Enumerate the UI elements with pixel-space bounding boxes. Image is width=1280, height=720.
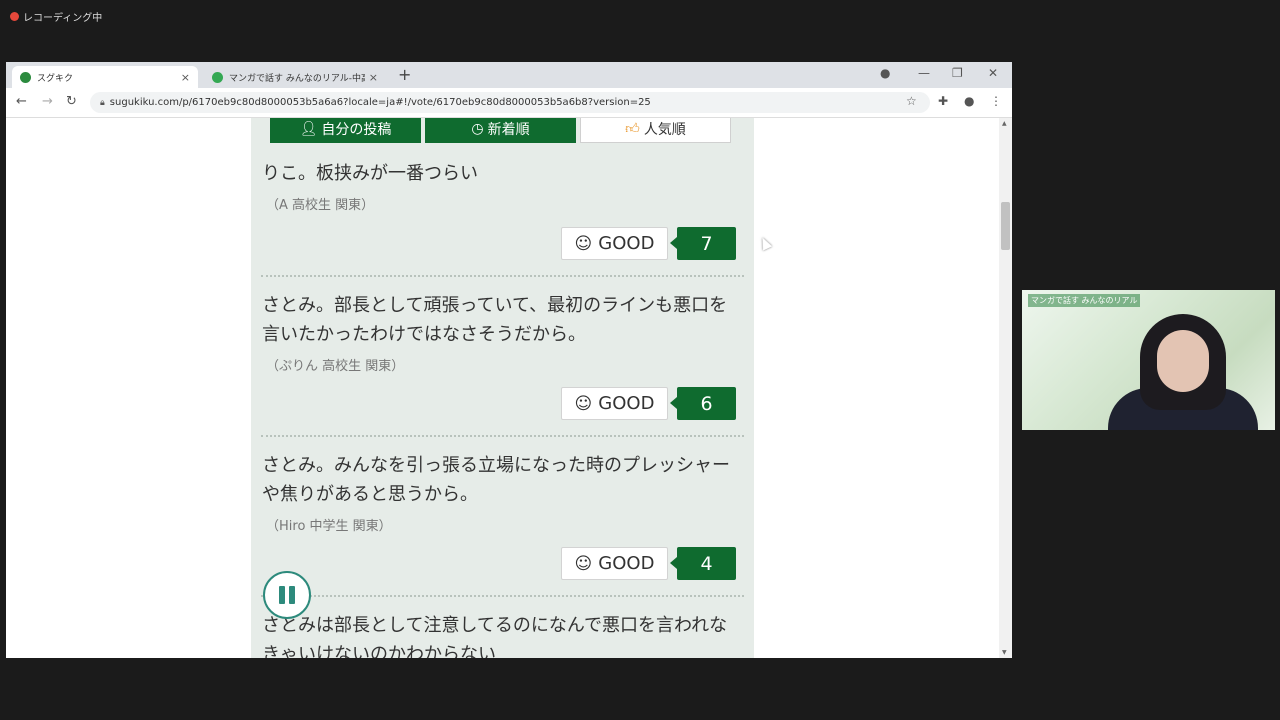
pause-button[interactable]: [263, 571, 311, 619]
good-button[interactable]: ☺ GOOD: [561, 227, 668, 260]
back-icon[interactable]: ←: [16, 94, 27, 109]
tab-close-icon[interactable]: ×: [181, 71, 190, 84]
divider: [261, 275, 744, 277]
tab-title: マンガで話す みんなのリアル-中高生: [229, 73, 365, 84]
webcam-overlay-title: マンガで話す みんなのリアル: [1028, 294, 1141, 307]
clock-icon: ◷: [471, 120, 484, 137]
url-text: sugukiku.com/p/6170eb9c80d8000053b5a6a6?…: [109, 97, 651, 108]
reload-icon[interactable]: ↻: [66, 94, 77, 109]
webcam-video: マンガで話す みんなのリアル: [1022, 290, 1275, 430]
close-window-icon[interactable]: ✕: [988, 66, 998, 80]
bookmark-star-icon[interactable]: ☆: [906, 94, 917, 108]
profile-dot-icon[interactable]: ●: [880, 66, 890, 80]
tab-label: 人気順: [643, 121, 686, 138]
tab-newest[interactable]: ◷ 新着順: [425, 118, 576, 143]
good-label: GOOD: [598, 553, 655, 574]
site-favicon-icon: [212, 71, 223, 83]
lock-icon: 🔒︎: [100, 97, 105, 108]
scrollbar-thumb[interactable]: [1001, 202, 1010, 250]
site-favicon-icon: [20, 71, 31, 83]
presenter-face: [1157, 330, 1209, 392]
post-body: さとみは部長として注意してるのになんで悪口を言われなきゃいけないのかわからない: [262, 615, 728, 658]
divider: [261, 595, 744, 597]
post-body: さとみ。みんなを引っ張る立場になった時のプレッシャーや焦りがあると思うから。: [262, 455, 730, 505]
pause-bar: [279, 586, 285, 604]
good-label: GOOD: [598, 393, 655, 414]
post-author: （ぷりん 高校生 関東）: [266, 359, 405, 374]
tab-sugukiku[interactable]: スグキク ×: [12, 66, 198, 88]
smile-icon: ☺: [574, 393, 593, 414]
good-count: 6: [670, 387, 736, 420]
menu-kebab-icon[interactable]: ⋮: [990, 94, 1002, 108]
divider: [261, 435, 744, 437]
account-icon[interactable]: ●: [964, 94, 974, 108]
record-dot-icon: [10, 12, 19, 21]
good-button[interactable]: ☺ GOOD: [561, 387, 668, 420]
person-icon: 👤︎: [299, 120, 318, 137]
browser-window: スグキク × マンガで話す みんなのリアル-中高生 × + ● — ❐ ✕ ← …: [6, 62, 1012, 658]
url-field[interactable]: 🔒︎ sugukiku.com/p/6170eb9c80d8000053b5a6…: [90, 92, 930, 113]
smile-icon: ☺: [574, 233, 593, 254]
smile-icon: ☺: [574, 553, 593, 574]
tab-my-posts[interactable]: 👤︎ 自分の投稿: [270, 118, 421, 143]
scroll-down-icon[interactable]: ▼: [1002, 649, 1007, 656]
tab-manga[interactable]: マンガで話す みんなのリアル-中高生 ×: [204, 66, 386, 88]
comments-panel: 👤︎ 自分の投稿 ◷ 新着順 👍︎ 人気順 りこ。板挟みが一番つらい （A 高校…: [251, 118, 754, 658]
thumbs-up-icon: 👍︎: [625, 121, 640, 137]
tab-label: 新着順: [487, 121, 530, 138]
recording-indicator: レコーディング中: [10, 9, 102, 24]
scroll-up-icon[interactable]: ▲: [1002, 120, 1007, 127]
extensions-icon[interactable]: ✚: [938, 94, 948, 108]
post-body: さとみ。部長として頑張っていて、最初のラインも悪口を言いたかったわけではなさそう…: [262, 295, 728, 345]
tab-title: スグキク: [37, 73, 74, 84]
new-tab-button[interactable]: +: [398, 65, 411, 84]
tab-close-icon[interactable]: ×: [369, 71, 378, 84]
post-body: りこ。板挟みが一番つらい: [262, 163, 478, 184]
scrollbar[interactable]: ▲ ▼: [999, 118, 1012, 658]
post-author: （Hiro 中学生 関東）: [266, 519, 392, 534]
tab-strip: スグキク × マンガで話す みんなのリアル-中高生 × + ● — ❐ ✕: [6, 62, 1012, 88]
good-count: 7: [670, 227, 736, 260]
tab-popular[interactable]: 👍︎ 人気順: [580, 118, 731, 143]
post-author: （A 高校生 関東）: [266, 198, 375, 213]
pause-bar: [289, 586, 295, 604]
address-bar: ← → ↻ 🔒︎ sugukiku.com/p/6170eb9c80d80000…: [6, 88, 1012, 118]
minimize-icon[interactable]: —: [918, 66, 930, 80]
good-label: GOOD: [598, 233, 655, 254]
recording-label: レコーディング中: [23, 13, 103, 24]
tab-label: 自分の投稿: [321, 121, 392, 138]
page-viewport: 👤︎ 自分の投稿 ◷ 新着順 👍︎ 人気順 りこ。板挟みが一番つらい （A 高校…: [6, 118, 999, 658]
forward-icon[interactable]: →: [42, 94, 53, 109]
restore-icon[interactable]: ❐: [952, 66, 963, 80]
good-count: 4: [670, 547, 736, 580]
sort-tabs: 👤︎ 自分の投稿 ◷ 新着順 👍︎ 人気順: [270, 118, 731, 143]
good-button[interactable]: ☺ GOOD: [561, 547, 668, 580]
